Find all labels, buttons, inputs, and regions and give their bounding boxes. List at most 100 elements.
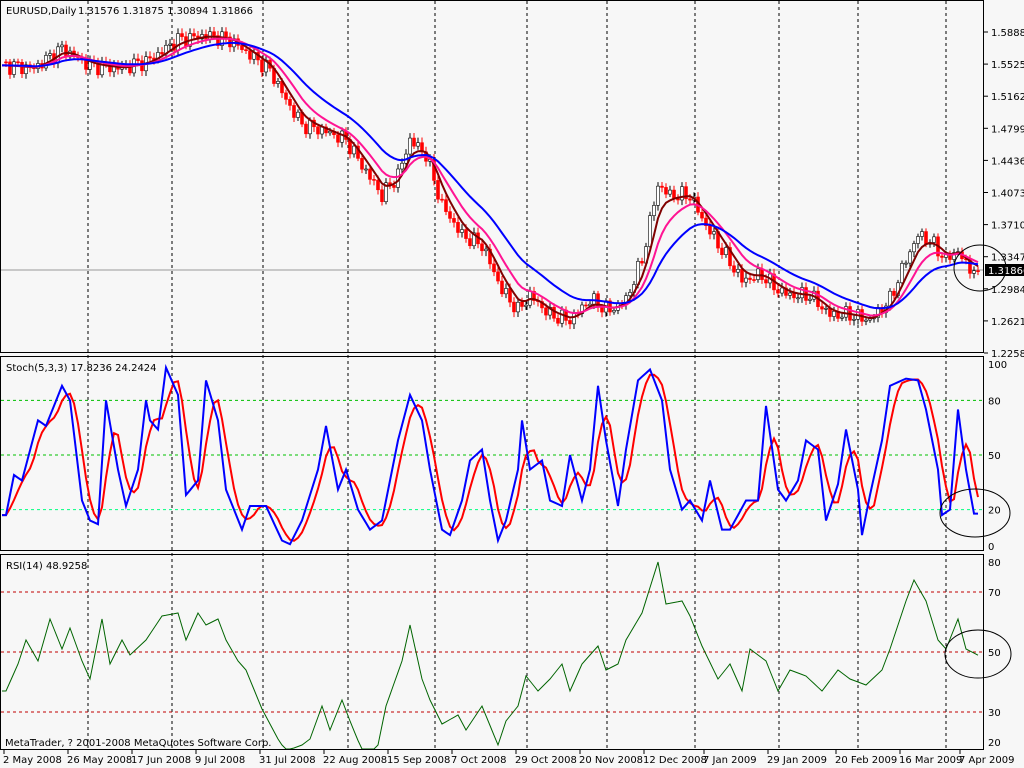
date-tick-label: 12 Dec 2008 xyxy=(643,755,707,766)
candle-body xyxy=(504,288,508,295)
candle-body xyxy=(352,145,356,155)
candle-body xyxy=(376,179,380,191)
candle-body xyxy=(452,218,456,223)
candle-body xyxy=(764,279,768,284)
candle-body xyxy=(832,311,836,317)
candle-body xyxy=(652,205,656,216)
candle-body xyxy=(500,280,504,295)
candle-body xyxy=(4,61,8,64)
candle-body xyxy=(212,31,216,36)
candle-body xyxy=(208,31,212,40)
date-tick-label: 31 Jul 2008 xyxy=(259,755,316,766)
candle-body xyxy=(892,290,896,296)
candle-body xyxy=(276,81,280,84)
candle-body xyxy=(456,222,460,233)
candle-body xyxy=(168,43,172,46)
candle-body xyxy=(924,231,928,245)
candle-body xyxy=(380,189,384,202)
candle-body xyxy=(708,225,712,235)
candle-body xyxy=(444,199,448,212)
candle-body xyxy=(136,58,140,61)
candle-body xyxy=(292,105,296,118)
price-tick-label: 1.40730 xyxy=(991,189,1024,200)
candle-body xyxy=(720,247,724,255)
price-title: EURUSD,Daily xyxy=(6,6,77,17)
candle-body xyxy=(668,189,672,195)
candle-body xyxy=(360,158,364,170)
candle-body xyxy=(808,298,812,301)
copyright-text: MetaTrader, ? 2001-2008 MetaQuotes Softw… xyxy=(5,738,271,749)
candle-body xyxy=(20,62,24,75)
candle-body xyxy=(148,56,152,59)
candle-body xyxy=(364,168,368,171)
candle-body xyxy=(744,277,748,283)
candle-body xyxy=(328,130,332,134)
chart-background xyxy=(0,0,1024,768)
candle-body xyxy=(648,215,652,247)
candle-body xyxy=(904,262,908,265)
candle-body xyxy=(840,316,844,319)
date-tick-label: 7 Oct 2008 xyxy=(451,755,506,766)
candle-body xyxy=(940,255,944,258)
stoch-tick-label: 0 xyxy=(988,542,994,553)
price-tick-label: 1.47990 xyxy=(991,124,1024,135)
candle-body xyxy=(612,310,616,313)
candle-body xyxy=(64,44,68,58)
candle-body xyxy=(748,277,752,280)
stoch-tick-label: 80 xyxy=(988,396,1001,407)
candle-body xyxy=(8,61,12,75)
price-tick-label: 1.51620 xyxy=(991,92,1024,103)
candle-body xyxy=(976,270,980,272)
candle-body xyxy=(400,162,404,170)
candle-body xyxy=(464,229,468,239)
candle-body xyxy=(304,123,308,135)
candle-body xyxy=(552,306,556,319)
candle-body xyxy=(572,312,576,325)
stoch-tick-label: 50 xyxy=(988,451,1001,462)
price-tick-label: 1.58880 xyxy=(991,28,1024,39)
candle-body xyxy=(560,309,564,324)
candle-body xyxy=(248,50,252,60)
candle-body xyxy=(480,243,484,252)
candle-body xyxy=(556,317,560,324)
candle-body xyxy=(284,92,288,100)
price-tick-label: 1.26210 xyxy=(991,317,1024,328)
candle-body xyxy=(60,44,64,48)
candle-body xyxy=(524,304,528,307)
candle-body xyxy=(180,33,184,37)
candle-body xyxy=(460,229,464,233)
candle-body xyxy=(440,198,444,201)
rsi-title: RSI(14) 48.9258 xyxy=(6,561,87,572)
candle-body xyxy=(912,243,916,253)
candle-body xyxy=(908,251,912,264)
rsi-tick-label: 20 xyxy=(988,738,1001,749)
candle-body xyxy=(916,236,920,244)
candle-body xyxy=(484,248,488,252)
candle-body xyxy=(260,59,264,73)
candle-body xyxy=(796,297,800,300)
candle-body xyxy=(544,307,548,316)
stoch-title: Stoch(5,3,3) 17.8236 24.2424 xyxy=(6,363,157,374)
candle-body xyxy=(592,293,596,305)
rsi-tick-label: 70 xyxy=(988,588,1001,599)
candle-body xyxy=(436,180,440,200)
candle-body xyxy=(392,185,396,188)
metatrader-chart[interactable]: 1.58880 1.55250 1.51620 1.47990 1.44360 1.407… xyxy=(0,0,1024,768)
candle-body xyxy=(492,263,496,273)
candle-body xyxy=(372,179,376,181)
candle-body xyxy=(368,168,372,180)
candle-body xyxy=(240,45,244,50)
candle-body xyxy=(824,308,828,310)
candle-body xyxy=(660,185,664,188)
candle-body xyxy=(412,137,416,147)
candle-body xyxy=(724,247,728,255)
date-tick-label: 22 Aug 2008 xyxy=(323,755,387,766)
candle-body xyxy=(664,187,668,195)
price-tick-label: 1.33470 xyxy=(991,253,1024,264)
candle-body xyxy=(864,319,868,322)
candle-body xyxy=(416,142,420,147)
candle-body xyxy=(496,271,500,282)
ohlc-readout: 1.31576 1.31875 1.30894 1.31866 xyxy=(78,6,253,17)
date-tick-label: 29 Oct 2008 xyxy=(515,755,577,766)
stoch-tick-label: 20 xyxy=(988,506,1001,517)
